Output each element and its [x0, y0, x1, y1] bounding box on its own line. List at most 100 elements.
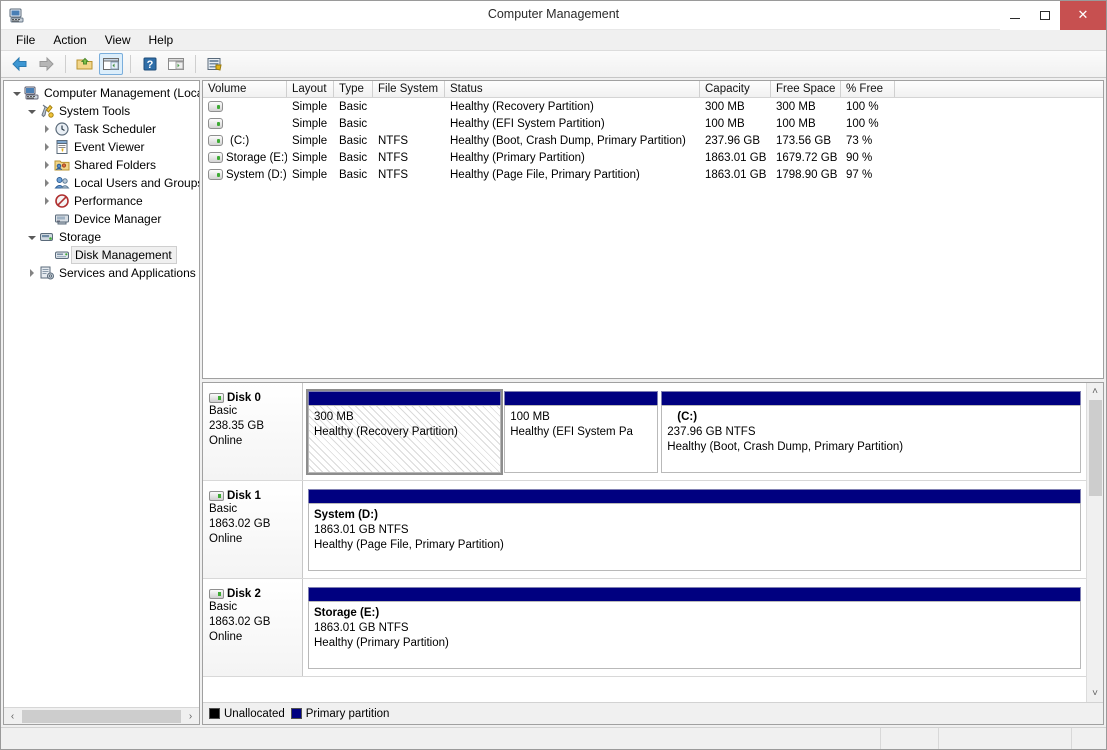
tree-item-local-users-and-groups[interactable]: Local Users and Groups: [4, 174, 199, 192]
close-button[interactable]: ✕: [1060, 0, 1106, 30]
tree-item-shared-folders[interactable]: Shared Folders: [4, 156, 199, 174]
chevron-right-icon[interactable]: [40, 156, 54, 174]
refresh-icon[interactable]: [203, 53, 227, 75]
scroll-up-arrow-icon[interactable]: ˄: [1087, 383, 1104, 400]
scroll-down-arrow-icon[interactable]: ˅: [1087, 685, 1104, 702]
partition-status: Healthy (Recovery Partition): [314, 426, 458, 438]
column-header-free[interactable]: % Free: [841, 81, 895, 97]
disk-scroll-thumb[interactable]: [1088, 400, 1102, 496]
tree-item-device-manager[interactable]: Device Manager: [4, 210, 199, 228]
table-row[interactable]: Storage (E:) Simple Basic NTFS Healthy (Prim…: [203, 149, 1103, 166]
cell-status: Healthy (Boot, Crash Dump, Primary Parti…: [450, 134, 686, 147]
chevron-right-icon[interactable]: [25, 264, 39, 282]
partition-block[interactable]: Storage (E:) 1863.01 GB NTFS Healthy (Prim…: [308, 587, 1081, 669]
tree-scroll-thumb[interactable]: [22, 709, 181, 723]
column-header-volume[interactable]: Volume: [203, 81, 287, 97]
partition-size: 100 MB: [510, 411, 550, 423]
disk-info-disk-0[interactable]: Disk 0 Basic 238.35 GB Online: [203, 383, 303, 480]
disk-scroll-track[interactable]: [1087, 400, 1104, 685]
tree-item-system-tools[interactable]: System Tools: [4, 102, 199, 120]
tree-item-storage[interactable]: Storage: [4, 228, 199, 246]
cell-volume-label: System (D:): [226, 168, 287, 181]
table-row[interactable]: Simple Basic Healthy (Recovery Partition) 3…: [203, 98, 1103, 115]
disk-vertical-scrollbar[interactable]: ˄ ˅: [1086, 383, 1103, 702]
column-header-type[interactable]: Type: [334, 81, 373, 97]
column-header-layout[interactable]: Layout: [287, 81, 334, 97]
tree-item-task-scheduler[interactable]: Task Scheduler: [4, 120, 199, 138]
tree-horizontal-scrollbar[interactable]: ‹ ›: [4, 707, 199, 724]
minimize-button[interactable]: [1000, 0, 1030, 30]
chevron-down-icon[interactable]: [25, 228, 39, 246]
tree-item-label: Local Users and Groups: [74, 176, 199, 190]
chevron-right-icon[interactable]: [40, 138, 54, 156]
disk-icon: [209, 589, 224, 599]
tree-item-label: Shared Folders: [74, 158, 157, 172]
disk-info-disk-1[interactable]: Disk 1 Basic 1863.02 GB Online: [203, 481, 303, 578]
help-icon[interactable]: ?: [138, 53, 162, 75]
column-header-capacity[interactable]: Capacity: [700, 81, 771, 97]
scroll-left-arrow-icon[interactable]: ‹: [4, 708, 21, 724]
column-header-status[interactable]: Status: [445, 81, 700, 97]
column-header-free-space[interactable]: Free Space: [771, 81, 841, 97]
tree-item-event-viewer[interactable]: Event Viewer: [4, 138, 199, 156]
tree-item-performance[interactable]: Performance: [4, 192, 199, 210]
menu-item-file[interactable]: File: [7, 31, 44, 50]
table-row[interactable]: Simple Basic Healthy (EFI System Partition…: [203, 115, 1103, 132]
cell-volume: System (D:): [203, 169, 287, 181]
show-hide-console-tree-icon[interactable]: [99, 53, 123, 75]
disk-size: 238.35 GB: [209, 420, 264, 432]
chevron-down-icon[interactable]: [25, 102, 39, 120]
cell-layout: Simple: [292, 100, 328, 113]
tree-item-services-and-applications[interactable]: Services and Applications: [4, 264, 199, 282]
chevron-right-icon[interactable]: [40, 174, 54, 192]
cell-status: Healthy (Page File, Primary Partition): [450, 168, 640, 181]
console-tree-pane: Computer Management (Local System Tools …: [3, 80, 200, 725]
menu-item-action[interactable]: Action: [44, 31, 95, 50]
chevron-down-icon[interactable]: [10, 84, 24, 102]
tree-item-label: Task Scheduler: [74, 122, 157, 136]
partition-details: 300 MB Healthy (Recovery Partition): [308, 405, 502, 473]
disk-list: Disk 0 Basic 238.35 GB Online 300 MB Healthy …: [203, 383, 1086, 702]
disk-row: Disk 1 Basic 1863.02 GB Online System (D:) 18…: [203, 481, 1086, 579]
disk-size: 1863.02 GB: [209, 518, 271, 530]
column-header-file-system[interactable]: File System: [373, 81, 445, 97]
status-bar: [1, 727, 1106, 749]
tree-item-disk-management[interactable]: Disk Management: [4, 246, 199, 264]
disk-legend: Unallocated Primary partition: [203, 702, 1103, 724]
svg-text:?: ?: [147, 59, 154, 71]
forward-icon[interactable]: [34, 53, 58, 75]
up-folder-icon[interactable]: [73, 53, 97, 75]
disk-name-row: Disk 2: [209, 588, 302, 600]
partition-color-bar: [308, 587, 1081, 601]
partition-title: (C:): [677, 411, 698, 423]
menu-item-view[interactable]: View: [96, 31, 140, 50]
volume-drive-icon: [208, 135, 223, 146]
disk-info-disk-2[interactable]: Disk 2 Basic 1863.02 GB Online: [203, 579, 303, 676]
partition-block[interactable]: 300 MB Healthy (Recovery Partition): [305, 389, 504, 475]
computer-management-window: Computer Management ✕ File Action View H…: [0, 0, 1107, 750]
show-hide-action-pane-icon[interactable]: [164, 53, 188, 75]
scroll-right-arrow-icon[interactable]: ›: [182, 708, 199, 724]
partition-block[interactable]: (C:) 237.96 GB NTFS Healthy (Boot, Crash D…: [661, 391, 1081, 473]
partition-block[interactable]: 100 MB Healthy (EFI System Pa: [504, 391, 659, 473]
chevron-right-icon[interactable]: [40, 192, 54, 210]
menu-item-help[interactable]: Help: [140, 31, 183, 50]
table-row[interactable]: (C:) Simple Basic NTFS Healthy (Boot, Crash …: [203, 132, 1103, 149]
tree-item-computer-management-local[interactable]: Computer Management (Local: [4, 84, 199, 102]
partition-row: 300 MB Healthy (Recovery Partition) 100 MB…: [303, 383, 1086, 480]
partition-status: Healthy (Primary Partition): [314, 637, 449, 649]
tree-scroll-track[interactable]: [21, 709, 182, 723]
back-icon[interactable]: [8, 53, 32, 75]
legend-item: Unallocated: [209, 708, 285, 720]
partition-title: System (D:): [314, 509, 378, 521]
maximize-button[interactable]: [1030, 0, 1060, 30]
partition-row: Storage (E:) 1863.01 GB NTFS Healthy (Prim…: [303, 579, 1086, 676]
table-row[interactable]: System (D:) Simple Basic NTFS Healthy (Page …: [203, 166, 1103, 183]
cell-volume-label: (C:): [230, 134, 250, 147]
partition-block[interactable]: System (D:) 1863.01 GB NTFS Healthy (Page …: [308, 489, 1081, 571]
toolbar-separator: [195, 55, 196, 73]
column-header-blank[interactable]: [895, 81, 1103, 97]
chevron-right-icon[interactable]: [40, 120, 54, 138]
cell-pctfree: 97 %: [846, 168, 873, 181]
cell-capacity: 1863.01 GB: [705, 151, 767, 164]
